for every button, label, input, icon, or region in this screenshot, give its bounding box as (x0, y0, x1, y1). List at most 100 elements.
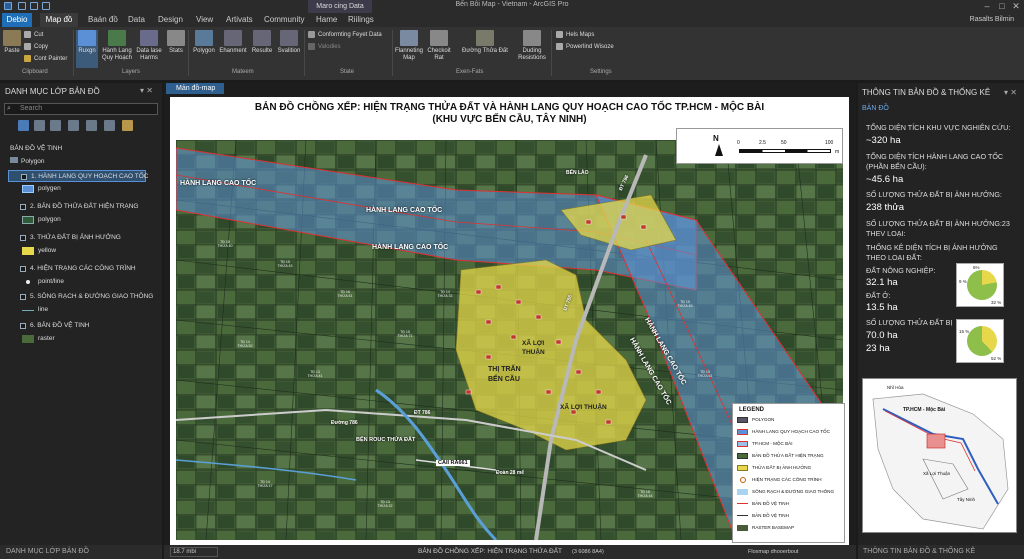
layer-checkbox[interactable] (20, 294, 26, 300)
legend-swatch (740, 476, 746, 483)
legend-item: POLYGON (737, 416, 774, 424)
validation-button[interactable]: Svalition (275, 30, 303, 68)
road-icon (476, 30, 494, 46)
layer-checkbox[interactable] (20, 204, 26, 210)
layer-6[interactable]: 6. BẢN ĐỒ VỆ TINH (8, 320, 89, 332)
pane-menu-icon[interactable]: ▾ ✕ (140, 86, 153, 95)
tab-ban-do[interactable]: Baán đồ (88, 13, 118, 27)
inset-label: Xã Lợi Thuận (923, 471, 951, 476)
flanneting-map-button[interactable]: Flanneting Map (395, 30, 423, 68)
list-selection-icon[interactable] (50, 120, 61, 131)
parcel-label: TĐ 15 THỬA 71 (397, 330, 413, 339)
map-root[interactable]: BẢN ĐỒ VỆ TINH (10, 143, 62, 155)
legend-swatch (737, 464, 748, 471)
close-icon[interactable]: ✕ (1009, 0, 1023, 13)
stat-value: 23 ha (866, 343, 890, 354)
legend-title: LEGEND (739, 407, 765, 413)
pie-chart-land-type: 6% 9 % 32 % (956, 263, 1004, 307)
list-editing-icon[interactable] (68, 120, 79, 131)
road-label-6: BẾN LÀO (566, 170, 589, 176)
north-arrow-scalebar: N 0 2.5 50 100 m (676, 128, 843, 164)
legend-item: TP.HCM - MỘC BÀI (737, 440, 793, 448)
stat-value: 70.0 ha (866, 330, 898, 341)
search-input[interactable]: Search (4, 103, 158, 115)
layers-btn-1[interactable]: Ruxgn (76, 30, 98, 68)
layer-5-symbol: line (0, 304, 48, 316)
layer-checkbox[interactable] (20, 323, 26, 329)
layers-btn-2[interactable]: Hành Lang Quy Hoạch (100, 30, 134, 68)
divider (551, 30, 552, 76)
layers-btn-4[interactable]: Stats (166, 30, 186, 68)
layer-5[interactable]: 5. SÔNG RẠCH & ĐƯỜNG GIAO THÔNG (8, 291, 153, 303)
restrictions-button[interactable]: Duding Resistions (516, 30, 548, 68)
tab-map[interactable]: Map đồ (40, 13, 78, 27)
layer-2[interactable]: 2. BẢN ĐỒ THỬA ĐẤT HIỆN TRẠNG (8, 201, 139, 213)
stats-icon (167, 30, 185, 46)
results-button[interactable]: Resulte (249, 30, 275, 68)
cut-button[interactable]: Cut (24, 31, 43, 40)
inset-label: TP.HCM - Mộc Bài (903, 407, 946, 413)
polygon-group[interactable]: Polygon (10, 156, 45, 168)
layer-3[interactable]: 3. THỬA ĐẤT BỊ ẢNH HƯỞNG (8, 232, 121, 244)
north-arrow-icon: N (713, 134, 719, 143)
inset-map[interactable]: Nhĩ Hòa TP.HCM - Mộc Bài Xã Lợi Thuận Tâ… (862, 378, 1017, 533)
tab-map-view[interactable]: Mản đồ-map (166, 83, 224, 94)
results-icon (253, 30, 271, 46)
info-tab[interactable]: THÔNG TIN BẢN ĐỒ & THỐNG KÊ (858, 545, 1024, 559)
list-source-icon[interactable] (34, 120, 45, 131)
road-label-4: Đường 786 (331, 420, 358, 426)
duong-thua-dat-button[interactable]: Đường Thửa Đất (456, 30, 514, 68)
list-drawing-order-icon[interactable] (18, 120, 29, 131)
tab-artivats[interactable]: Artivats (226, 13, 253, 27)
layer-1[interactable]: 1. HÀNH LANG QUY HOẠCH CAO TỐC (8, 170, 149, 182)
tab-project[interactable]: Debio (2, 13, 32, 27)
contents-tab[interactable]: DANH MỤC LỚP BẢN ĐỒ (0, 545, 162, 559)
validate-button[interactable]: Valodies (308, 43, 341, 52)
tab-hame[interactable]: Hame (316, 13, 337, 27)
tab-riilings[interactable]: Riilings (348, 13, 374, 27)
help-maps-button[interactable]: Hels Maps (556, 31, 594, 40)
group-label-exen: Exen-Fats (456, 69, 484, 75)
legend-item: THỬA ĐẤT BỊ ẢNH HƯỞNG (737, 464, 811, 472)
layer-checkbox[interactable] (20, 266, 26, 272)
tab-data[interactable]: Data (128, 13, 145, 27)
minimize-icon[interactable]: – (980, 0, 994, 13)
user-name[interactable]: Rasalts Bilmin (970, 13, 1014, 27)
tab-view[interactable]: View (196, 13, 213, 27)
checkpoint-button[interactable]: Checkoit Rat (424, 30, 454, 68)
raster-swatch (22, 335, 34, 343)
polygon-button[interactable]: Polygon (191, 30, 217, 68)
list-charts-icon[interactable] (122, 120, 133, 131)
layer-checkbox[interactable] (21, 174, 27, 180)
town-label-1: THỊ TRẤN (488, 366, 521, 373)
tab-community[interactable]: Community (264, 13, 304, 27)
point-symbol (26, 280, 30, 284)
list-snapping-icon[interactable] (86, 120, 97, 131)
paste-button[interactable]: Paste (2, 30, 22, 68)
parcel-label: TĐ 14 THỬA 33 (437, 290, 453, 299)
enhancement-button[interactable]: Ehanment (218, 30, 248, 68)
scale-selector[interactable]: 18.7 mbi (170, 547, 218, 557)
copy-button[interactable]: Copy (24, 43, 48, 52)
map-icon (400, 30, 418, 46)
group-label-mateem: Mateem (232, 69, 254, 75)
maximize-icon[interactable]: □ (995, 0, 1009, 13)
validation-icon (280, 30, 298, 46)
pane-menu-icon[interactable]: ▾ ✕ (1004, 88, 1017, 97)
paint-button[interactable]: Cont Painter (24, 55, 67, 64)
layer-checkbox[interactable] (20, 235, 26, 241)
tab-design[interactable]: Design (158, 13, 183, 27)
paste-icon (3, 30, 21, 46)
conforming-button[interactable]: Conformting Feyet Data (308, 31, 382, 40)
help-icon (556, 31, 563, 38)
legend-swatch (737, 488, 748, 495)
legend-swatch (737, 524, 748, 531)
tab-ban-do-info[interactable]: BẢN ĐỒ (862, 105, 889, 112)
powerlind-button[interactable]: Powerlind Wisoze (556, 43, 614, 52)
list-labeling-icon[interactable] (104, 120, 115, 131)
symbol-swatch (22, 185, 34, 193)
layers-btn-3[interactable]: Data lase Harms (134, 30, 164, 68)
layer-4[interactable]: 4. HIỆN TRẠNG CÁC CÔNG TRÌNH (8, 263, 136, 275)
data-icon (308, 31, 315, 38)
legend-item: RASTER BASEMAP (737, 524, 794, 532)
